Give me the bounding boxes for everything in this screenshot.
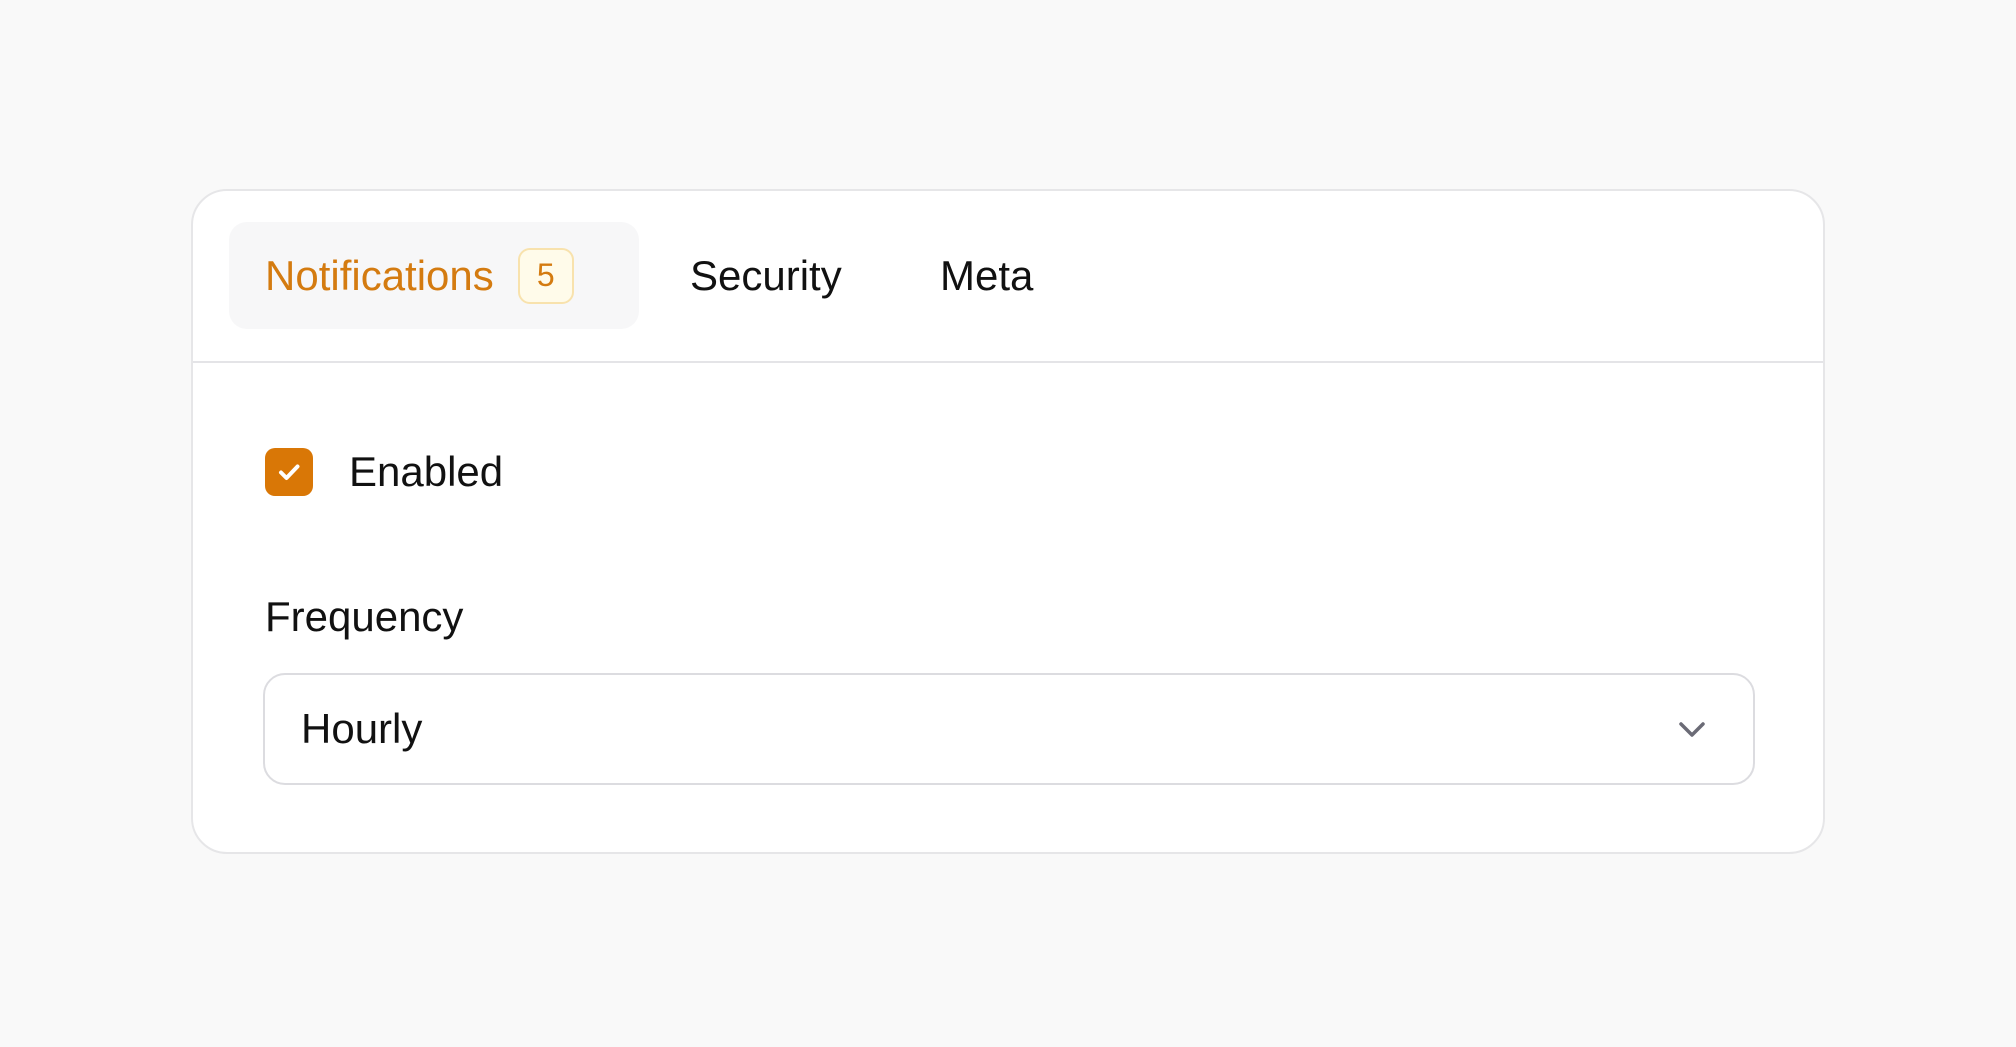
enabled-checkbox-row[interactable]: Enabled	[265, 447, 503, 497]
tab-meta-label: Meta	[940, 251, 1034, 299]
enabled-checkbox[interactable]	[265, 448, 313, 496]
check-icon	[279, 464, 300, 480]
tab-bar: Notifications 5 Security Meta	[193, 191, 1823, 363]
enabled-label: Enabled	[349, 448, 504, 495]
settings-card: Notifications 5 Security Meta Enabled Fr…	[191, 189, 1825, 854]
tab-security[interactable]: Security	[690, 222, 842, 329]
tab-notifications-label: Notifications	[265, 251, 494, 299]
frequency-label: Frequency	[265, 593, 464, 640]
tab-meta[interactable]: Meta	[940, 222, 1033, 329]
tab-notifications[interactable]: Notifications 5	[229, 222, 639, 329]
frequency-select[interactable]: Hourly	[263, 673, 1755, 785]
tab-security-label: Security	[690, 251, 842, 299]
chevron-down-icon	[1675, 712, 1709, 746]
frequency-selected-value: Hourly	[301, 705, 423, 752]
notifications-count-badge: 5	[517, 247, 574, 304]
